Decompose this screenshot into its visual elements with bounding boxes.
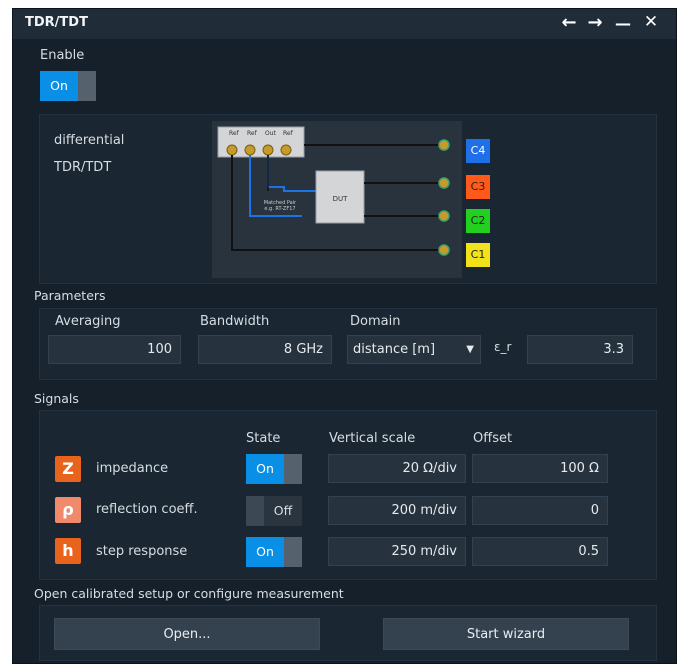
reflection-coeff-offset-field[interactable]: 0 xyxy=(472,496,608,525)
minimize-icon[interactable]: — xyxy=(612,14,634,33)
footer-label: Open calibrated setup or configure measu… xyxy=(34,586,344,601)
setup-diagram: Ref Ref Out Ref DUT Matched Pair e.g. RT… xyxy=(212,121,462,278)
step-response-state-toggle[interactable]: On xyxy=(246,537,302,567)
title-bar: TDR/TDT ← → — ✕ xyxy=(13,9,676,39)
step-response-scale-field[interactable]: 250 m/div xyxy=(328,537,466,566)
chevron-down-icon: ▼ xyxy=(466,344,474,355)
parameters-panel: Averaging 100 Bandwidth 8 GHz Domain dis… xyxy=(39,308,657,380)
cable-blue-2 xyxy=(267,155,316,192)
impedance-label: impedance xyxy=(96,461,169,476)
mode-line-1: differential xyxy=(54,133,125,148)
impedance-offset-field[interactable]: 100 Ω xyxy=(472,454,608,483)
parameters-section-label: Parameters xyxy=(34,288,106,303)
port-label-4: Ref xyxy=(283,130,294,137)
bandwidth-label: Bandwidth xyxy=(200,314,270,329)
port-label-1: Ref xyxy=(229,130,240,137)
vertical-scale-header: Vertical scale xyxy=(329,431,416,446)
back-arrow-icon[interactable]: ← xyxy=(558,12,580,33)
impedance-icon: Z xyxy=(55,456,81,482)
domain-value: distance [m] xyxy=(353,342,436,357)
connector-2 xyxy=(244,144,256,156)
reflection-coeff-state: Off xyxy=(264,496,302,526)
reflection-coeff-icon: ρ xyxy=(55,497,81,523)
channel-badge-c2: C2 xyxy=(466,209,490,233)
signals-section-label: Signals xyxy=(34,391,79,406)
scope-connector-c3 xyxy=(438,177,450,189)
channel-badge-c4: C4 xyxy=(466,139,490,163)
step-response-icon: h xyxy=(55,538,81,564)
domain-select[interactable]: distance [m] ▼ xyxy=(347,335,481,364)
channel-badge-c1: C1 xyxy=(466,243,490,267)
tdr-tdt-dialog: TDR/TDT ← → — ✕ Enable On differential T… xyxy=(12,8,677,664)
toggle-knob xyxy=(284,454,302,484)
bandwidth-field[interactable]: 8 GHz xyxy=(198,335,332,364)
enable-state: On xyxy=(40,71,78,101)
scope-connector-c1 xyxy=(438,244,450,256)
scope-connector-c2 xyxy=(438,210,450,222)
forward-arrow-icon[interactable]: → xyxy=(584,12,606,33)
epsilon-field[interactable]: 3.3 xyxy=(527,335,633,364)
reflection-coeff-label: reflection coeff. xyxy=(96,502,198,517)
close-icon[interactable]: ✕ xyxy=(640,12,662,32)
enable-label: Enable xyxy=(40,48,85,63)
reflection-coeff-state-toggle[interactable]: Off xyxy=(246,496,302,526)
channel-badge-c3: C3 xyxy=(466,175,490,199)
connector-4 xyxy=(280,144,292,156)
enable-toggle[interactable]: On xyxy=(40,71,96,101)
setup-panel: differential TDR/TDT Ref Ref Out Ref DUT… xyxy=(39,114,657,284)
impedance-state: On xyxy=(246,454,284,484)
port-label-2: Ref xyxy=(247,130,258,137)
toggle-knob xyxy=(284,537,302,567)
averaging-field[interactable]: 100 xyxy=(48,335,181,364)
impedance-state-toggle[interactable]: On xyxy=(246,454,302,484)
footer-panel: Open... Start wizard xyxy=(39,605,657,661)
start-wizard-button[interactable]: Start wizard xyxy=(383,618,629,650)
connector-3 xyxy=(262,144,274,156)
dut-label: DUT xyxy=(333,195,349,203)
mode-line-2: TDR/TDT xyxy=(54,160,112,175)
window-title: TDR/TDT xyxy=(25,15,88,30)
port-label-3: Out xyxy=(265,130,277,137)
impedance-scale-field[interactable]: 20 Ω/div xyxy=(328,454,466,483)
signals-panel: State Vertical scale Offset Z impedance … xyxy=(39,410,657,580)
scope-connector-c4 xyxy=(438,139,450,151)
toggle-knob xyxy=(78,71,96,101)
domain-label: Domain xyxy=(350,314,401,329)
open-button[interactable]: Open... xyxy=(54,618,320,650)
cable-label-2: e.g. RT-ZF17 xyxy=(264,206,295,212)
step-response-state: On xyxy=(246,537,284,567)
state-header: State xyxy=(246,431,281,446)
offset-header: Offset xyxy=(473,431,513,446)
epsilon-label: ε_r xyxy=(494,340,512,354)
toggle-knob xyxy=(246,496,264,526)
averaging-label: Averaging xyxy=(55,314,121,329)
step-response-label: step response xyxy=(96,544,188,559)
step-response-offset-field[interactable]: 0.5 xyxy=(472,537,608,566)
connector-1 xyxy=(226,144,238,156)
reflection-coeff-scale-field[interactable]: 200 m/div xyxy=(328,496,466,525)
